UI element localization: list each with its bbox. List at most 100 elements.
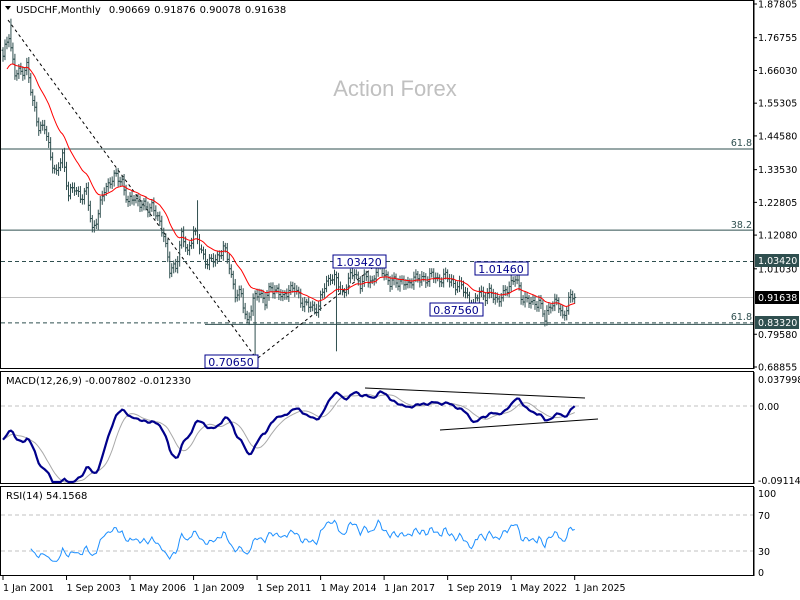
price-bar [15, 69, 19, 81]
price-bar [535, 300, 539, 312]
price-bar [59, 158, 63, 172]
price-bar [452, 275, 456, 289]
price-bar [61, 149, 65, 169]
price-bar [98, 195, 102, 218]
price-bar [430, 268, 434, 278]
annotation-text: 0.87560 [433, 304, 479, 317]
price-bar [325, 275, 329, 293]
annotation-text: 1.03420 [336, 256, 382, 269]
price-bar [533, 295, 537, 310]
ohlc-close: 0.91638 [245, 5, 286, 16]
rsi-pane [0, 486, 754, 576]
time-axis: 1 Jan 2001 1 Sep 2003 1 May 2006 1 Jan 2009… [2, 576, 626, 594]
price-bar [227, 253, 231, 275]
price-bar [509, 275, 513, 292]
price-bar [207, 254, 211, 271]
macd-axis-top: 0.037998 [758, 375, 800, 386]
rsi-axis-0: 0 [758, 568, 764, 579]
watermark: Action Forex [333, 76, 457, 101]
price-bar [25, 57, 29, 76]
price-bar [21, 66, 25, 81]
chart-title: USDCHF,Monthly 0.90669 0.91876 0.90078 0.916… [16, 5, 286, 16]
price-bar [174, 258, 178, 273]
price-bar [229, 264, 233, 278]
price-bar [491, 288, 495, 304]
price-bar [138, 195, 142, 213]
price-bar [92, 220, 96, 233]
price-bar [57, 162, 61, 176]
price-bar [170, 263, 174, 278]
price-bar [198, 233, 202, 255]
price-tick-label: 1.87805 [758, 0, 797, 11]
price-bar [559, 303, 563, 317]
price-bar [299, 288, 303, 308]
price-bar [549, 303, 553, 314]
ohlc-low: 0.90078 [200, 5, 241, 16]
price-tag-low: 0.83320 [755, 316, 799, 329]
price-bar [211, 253, 215, 268]
price-bar [231, 270, 235, 290]
price-bar [285, 288, 289, 300]
price-tick-label: 0.68855 [758, 363, 797, 374]
price-tick-label: 1.12080 [758, 231, 797, 242]
price-bar [446, 269, 450, 283]
annotation-low-2011: 0.70650 [204, 354, 259, 369]
fib-label-lower: 61.8 [731, 312, 752, 323]
price-bar [531, 294, 535, 305]
price-bar [43, 119, 47, 135]
price-tick-label: 0.79580 [758, 330, 797, 341]
price-bar [420, 271, 424, 286]
time-tick-label: 1 Jan 2017 [384, 583, 435, 594]
price-bar [348, 268, 352, 284]
price-bar [382, 268, 386, 281]
price-bar [110, 176, 114, 189]
rsi-line [30, 519, 575, 562]
price-bar [108, 177, 112, 189]
price-bar [37, 117, 41, 136]
price-bar [352, 269, 356, 282]
ohlc-high: 0.91876 [154, 5, 195, 16]
price-bar [213, 254, 217, 267]
price-bar [19, 62, 23, 75]
price-bar [460, 277, 464, 290]
price-bar [346, 272, 350, 295]
price-bar [7, 34, 11, 48]
time-tick-label: 1 Jan 2001 [3, 583, 54, 594]
price-tick-label: 1.22805 [758, 198, 797, 209]
price-bar [386, 271, 390, 285]
price-bar [164, 233, 168, 248]
price-bar [271, 282, 275, 299]
price-bar [398, 275, 402, 292]
time-tick-label: 1 May 2014 [321, 583, 377, 594]
price-bar [239, 285, 243, 298]
price-bar [245, 310, 249, 324]
time-tick-label: 1 Jan 2025 [575, 583, 626, 594]
price-bar [158, 211, 162, 227]
price-bar [565, 307, 569, 321]
price-bar [166, 238, 170, 263]
price-bar [188, 241, 192, 256]
rsi-axis-100: 100 [758, 489, 776, 500]
price-bar [569, 289, 573, 303]
price-bar [86, 182, 90, 211]
time-tick-label: 1 Sep 2019 [448, 583, 502, 594]
price-bar [128, 192, 132, 207]
price-bar [295, 285, 299, 295]
price-bar [194, 227, 198, 236]
price-bars [1, 18, 577, 362]
annotation-low-2020: 0.87560 [429, 302, 484, 317]
price-bar [485, 288, 489, 305]
price-bar [203, 249, 207, 269]
price-bar [45, 125, 49, 141]
price-bar [233, 278, 237, 303]
price-bar [513, 275, 517, 287]
price-bar [255, 288, 259, 301]
price-bar [96, 209, 100, 230]
macd-main-line [2, 390, 576, 484]
collapse-triangle-icon[interactable] [5, 6, 11, 10]
price-bar [39, 121, 43, 134]
price-bar [172, 260, 176, 274]
price-bar [410, 278, 414, 289]
price-bar [428, 268, 432, 287]
price-tick-label: 1.33530 [758, 165, 797, 176]
